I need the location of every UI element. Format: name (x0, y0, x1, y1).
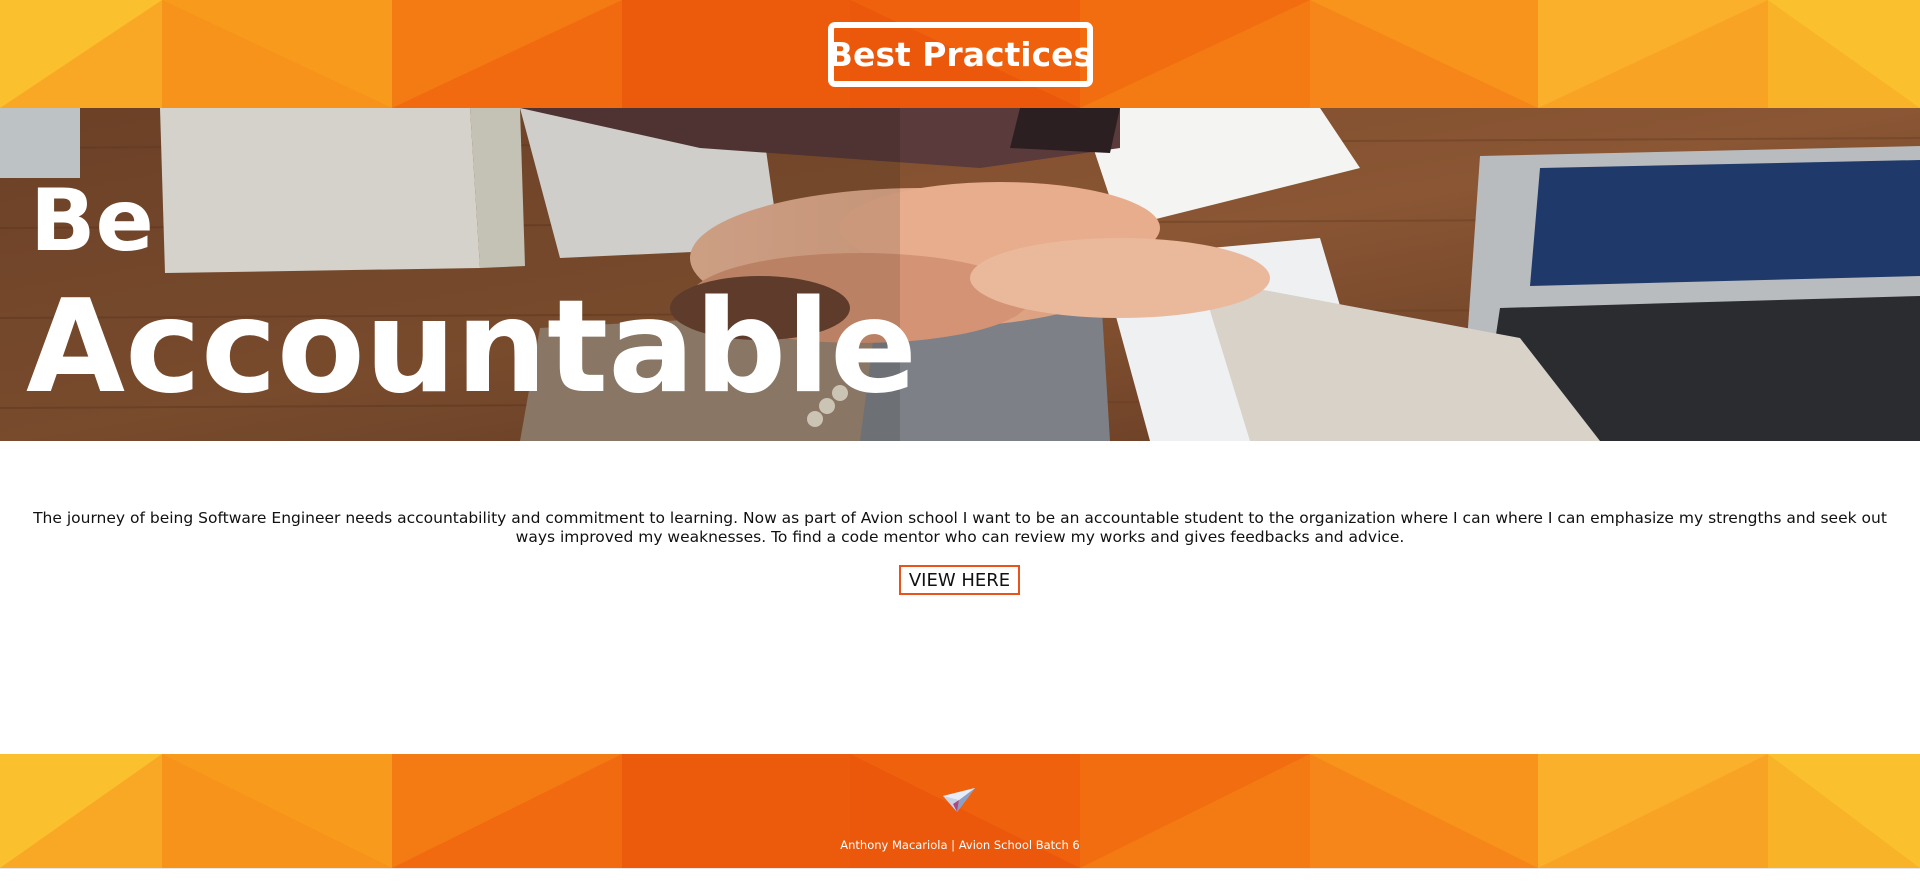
header-banner: Best Practices (0, 0, 1920, 108)
content-section: The journey of being Software Engineer n… (0, 441, 1920, 754)
bottom-divider (0, 868, 1920, 883)
hero-section: Be Accountable (0, 108, 1920, 441)
intro-paragraph: The journey of being Software Engineer n… (33, 509, 1887, 546)
footer-banner: Anthony Macariola | Avion School Batch 6 (0, 754, 1920, 868)
page-title-box: Best Practices (828, 22, 1093, 87)
hero-heading-line2: Accountable (26, 273, 917, 422)
page-title: Best Practices (827, 35, 1094, 74)
hero-heading-line1: Be (30, 171, 154, 271)
view-here-button[interactable]: VIEW HERE (899, 565, 1020, 595)
paper-plane-icon (943, 788, 975, 812)
footer-credit: Anthony Macariola | Avion School Batch 6 (840, 838, 1080, 852)
